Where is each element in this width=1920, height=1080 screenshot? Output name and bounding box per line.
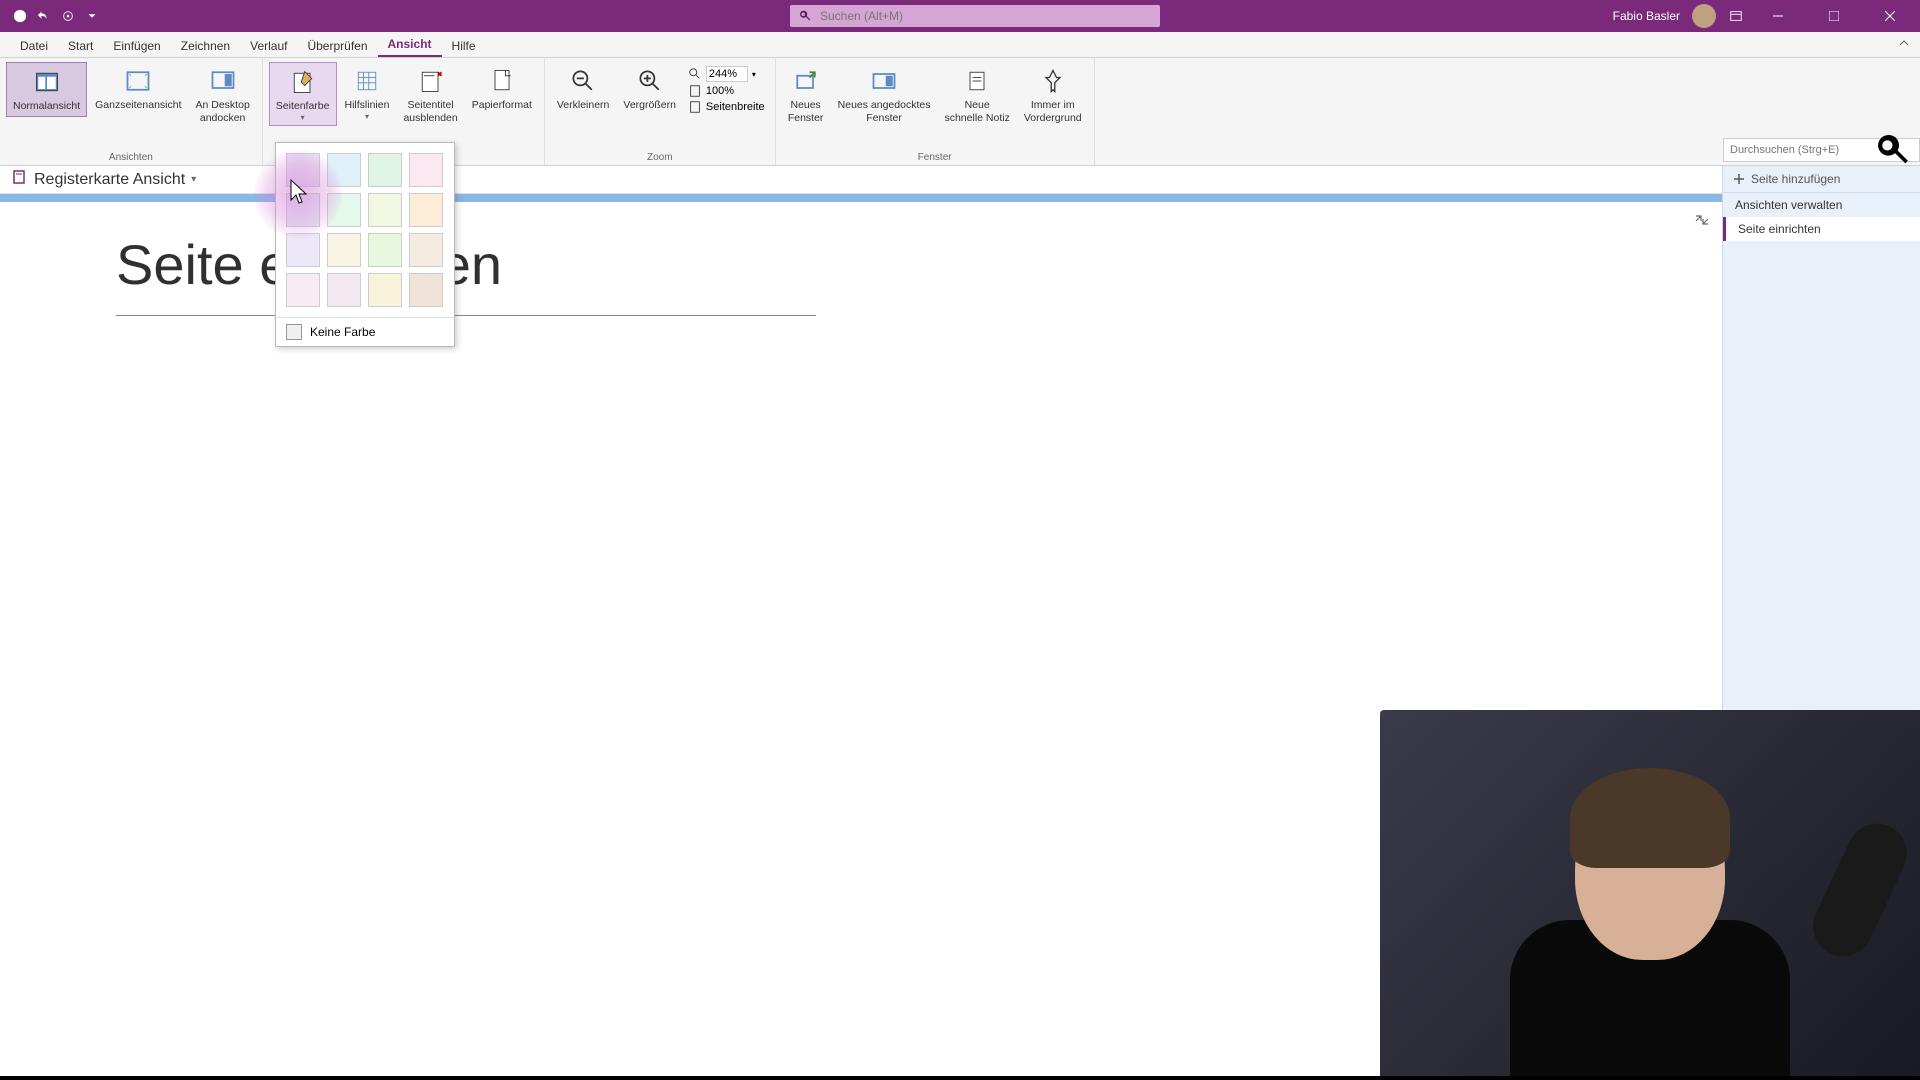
- normal-view-icon: [31, 66, 63, 98]
- notebook-icon[interactable]: [12, 169, 28, 190]
- hide-title-icon: [415, 65, 447, 97]
- paper-size-button[interactable]: Papierformat: [466, 62, 538, 115]
- new-docked-window-button[interactable]: Neues angedocktes Fenster: [832, 62, 937, 127]
- close-button[interactable]: [1868, 0, 1912, 32]
- color-swatch[interactable]: [368, 273, 402, 307]
- page-search-input[interactable]: [1730, 144, 1872, 156]
- color-swatch[interactable]: [409, 153, 443, 187]
- minimize-button[interactable]: [1756, 0, 1800, 32]
- chevron-down-icon[interactable]: ▾: [752, 70, 756, 79]
- page-title-underline: [116, 315, 816, 316]
- touch-icon[interactable]: [60, 8, 76, 24]
- zoom-out-icon: [567, 65, 599, 97]
- color-swatch[interactable]: [286, 193, 320, 227]
- page-search-box[interactable]: [1723, 138, 1920, 162]
- ribbon-group-zoom: Verkleinern Vergrößern ▾ 100% Seiten: [545, 58, 776, 165]
- fullpage-view-button[interactable]: Ganzseitenansicht: [89, 62, 187, 115]
- no-color-swatch: [286, 324, 302, 340]
- dock-desktop-icon: [207, 65, 239, 97]
- tab-ansicht[interactable]: Ansicht: [378, 33, 442, 57]
- qat-dropdown-icon[interactable]: [84, 8, 100, 24]
- plus-icon: [1733, 173, 1745, 185]
- color-swatch[interactable]: [409, 273, 443, 307]
- ribbon-display-icon[interactable]: [1728, 8, 1744, 24]
- webcam-overlay: [1380, 710, 1920, 1080]
- color-swatch[interactable]: [327, 273, 361, 307]
- search-icon: [1872, 130, 1913, 171]
- zoom-icon: [688, 67, 702, 81]
- ribbon-group-views: Normalansicht Ganzseitenansicht An Deskt…: [0, 58, 263, 165]
- dock-desktop-button[interactable]: An Desktop andocken: [190, 62, 256, 127]
- color-swatch[interactable]: [286, 153, 320, 187]
- back-icon[interactable]: [12, 8, 28, 24]
- paper-size-icon: [486, 65, 518, 97]
- bottom-bar: [0, 1076, 1920, 1080]
- expand-icon[interactable]: [1694, 212, 1710, 233]
- tab-hilfe[interactable]: Hilfe: [442, 35, 486, 57]
- color-swatch[interactable]: [327, 233, 361, 267]
- chevron-down-icon: ▾: [365, 112, 369, 121]
- color-swatch[interactable]: [327, 153, 361, 187]
- page-color-dropdown: Keine Farbe: [275, 142, 455, 347]
- page-list-item[interactable]: Seite einrichten: [1723, 217, 1920, 241]
- zoom-100-button[interactable]: 100%: [688, 84, 765, 98]
- page-color-button[interactable]: Seitenfarbe ▾: [269, 62, 337, 126]
- color-swatch[interactable]: [409, 193, 443, 227]
- tab-ueberpruefen[interactable]: Überprüfen: [297, 35, 377, 57]
- zoom-in-icon: [634, 65, 666, 97]
- page-icon: [688, 84, 702, 98]
- tab-start[interactable]: Start: [58, 35, 103, 57]
- zoom-out-button[interactable]: Verkleinern: [551, 62, 616, 115]
- rule-lines-button[interactable]: Hilfslinien ▾: [339, 62, 396, 124]
- color-swatch[interactable]: [409, 233, 443, 267]
- tab-verlauf[interactable]: Verlauf: [240, 35, 297, 57]
- pin-icon: [1037, 65, 1069, 97]
- maximize-button[interactable]: [1812, 0, 1856, 32]
- ribbon-group-window: Neues Fenster Neues angedocktes Fenster …: [776, 58, 1095, 165]
- color-swatch[interactable]: [286, 233, 320, 267]
- chevron-down-icon: ▾: [301, 113, 305, 122]
- tab-datei[interactable]: Datei: [10, 35, 58, 57]
- chevron-down-icon[interactable]: ▾: [191, 174, 196, 185]
- zoom-pagewidth-button[interactable]: Seitenbreite: [688, 100, 765, 114]
- page-list-item[interactable]: Ansichten verwalten: [1723, 193, 1920, 217]
- tab-einfuegen[interactable]: Einfügen: [103, 35, 170, 57]
- color-swatch[interactable]: [368, 193, 402, 227]
- tab-zeichnen[interactable]: Zeichnen: [171, 35, 240, 57]
- color-swatch[interactable]: [327, 193, 361, 227]
- always-on-top-button[interactable]: Immer im Vordergrund: [1018, 62, 1088, 127]
- fullpage-view-icon: [122, 65, 154, 97]
- titlebar: Seite einrichten - OneNote Fabio Basler: [0, 0, 1920, 32]
- color-swatch[interactable]: [286, 273, 320, 307]
- search-input[interactable]: [820, 9, 1152, 23]
- pagewidth-icon: [688, 100, 702, 114]
- quick-note-icon: [961, 65, 993, 97]
- normal-view-button[interactable]: Normalansicht: [6, 62, 87, 117]
- zoom-input[interactable]: [706, 66, 748, 82]
- notebook-label[interactable]: Registerkarte Ansicht: [34, 171, 185, 189]
- search-icon: [798, 9, 812, 23]
- menu-tabs: Datei Start Einfügen Zeichnen Verlauf Üb…: [0, 32, 1920, 58]
- color-swatch[interactable]: [368, 153, 402, 187]
- page-color-icon: [287, 66, 319, 98]
- zoom-value-row[interactable]: ▾: [688, 66, 765, 82]
- new-window-button[interactable]: Neues Fenster: [782, 62, 830, 127]
- rule-lines-icon: [351, 65, 383, 97]
- undo-icon[interactable]: [36, 8, 52, 24]
- quick-note-button[interactable]: Neue schnelle Notiz: [938, 62, 1015, 127]
- search-box[interactable]: [790, 5, 1160, 27]
- new-docked-window-icon: [868, 65, 900, 97]
- avatar[interactable]: [1692, 4, 1716, 28]
- zoom-in-button[interactable]: Vergrößern: [617, 62, 682, 115]
- no-color-option[interactable]: Keine Farbe: [276, 317, 454, 346]
- new-window-icon: [790, 65, 822, 97]
- color-swatch[interactable]: [368, 233, 402, 267]
- hide-title-button[interactable]: Seitentitel ausblenden: [397, 62, 463, 127]
- user-name[interactable]: Fabio Basler: [1613, 9, 1680, 23]
- collapse-ribbon-button[interactable]: [1898, 36, 1910, 54]
